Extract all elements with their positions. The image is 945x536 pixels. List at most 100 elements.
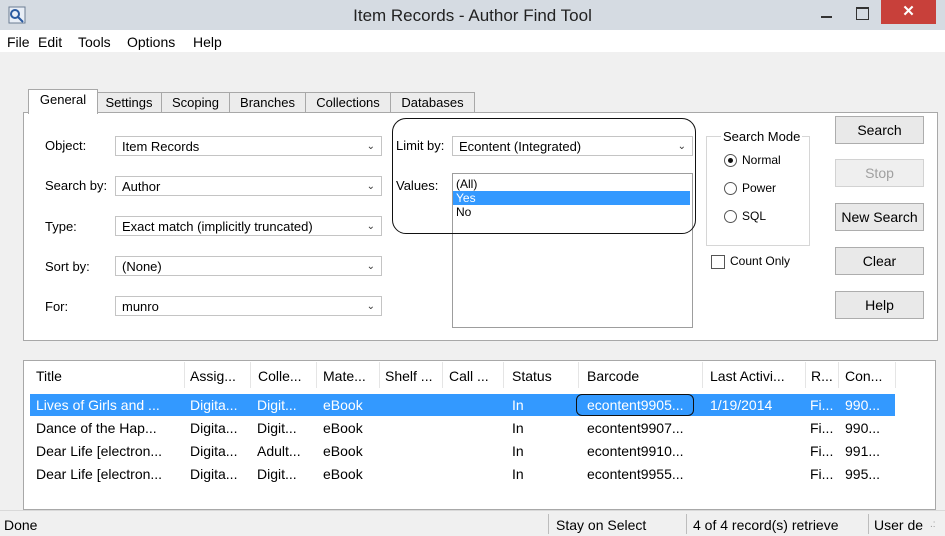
cell-con: 991... <box>845 443 881 459</box>
cell-barcode: econtent9907... <box>587 420 684 436</box>
column-header-call[interactable]: Call ... <box>449 368 489 384</box>
cell-title: Dear Life [electron... <box>36 443 163 459</box>
menu-help[interactable]: Help <box>193 34 222 50</box>
count-only-checkbox[interactable] <box>711 255 725 269</box>
object-label: Object: <box>45 138 87 153</box>
cell-r: Fi... <box>810 466 834 482</box>
window-title: Item Records - Author Find Tool <box>353 6 592 25</box>
column-divider <box>250 362 251 388</box>
status-divider <box>686 514 687 534</box>
for-input[interactable]: munro ⌄ <box>115 296 382 316</box>
cell-con: 995... <box>845 466 881 482</box>
menu-tools[interactable]: Tools <box>78 34 111 50</box>
column-header-con[interactable]: Con... <box>845 368 882 384</box>
cell-collection: Digit... <box>257 397 297 413</box>
resize-grip-icon[interactable]: .: <box>930 519 936 530</box>
column-header-collection[interactable]: Colle... <box>258 368 302 384</box>
cell-assigned: Digita... <box>190 443 238 459</box>
sort-by-label: Sort by: <box>45 259 90 274</box>
menu-bar: File Edit Tools Options Help <box>0 30 945 52</box>
column-divider <box>895 362 896 388</box>
cell-title: Dance of the Hap... <box>36 420 157 436</box>
tab-general[interactable]: General <box>28 89 98 114</box>
cell-status: In <box>512 443 524 459</box>
column-header-material[interactable]: Mate... <box>323 368 366 384</box>
status-records: 4 of 4 record(s) retrieve <box>693 517 839 533</box>
table-row[interactable]: Dear Life [electron... Digita... Adult... e… <box>30 440 895 462</box>
menu-edit[interactable]: Edit <box>38 34 62 50</box>
status-divider <box>868 514 869 534</box>
column-divider <box>838 362 839 388</box>
count-only-label: Count Only <box>730 254 791 268</box>
maximize-button[interactable] <box>846 0 878 26</box>
column-divider <box>379 362 380 388</box>
table-row[interactable]: Dear Life [electron... Digita... Digit... e… <box>30 463 895 485</box>
minimize-button[interactable] <box>812 0 842 26</box>
cell-title: Lives of Girls and ... <box>36 397 160 413</box>
search-by-value: Author <box>122 179 161 194</box>
tab-databases[interactable]: Databases <box>390 92 475 113</box>
cell-material: eBook <box>323 420 363 436</box>
cell-con: 990... <box>845 397 881 413</box>
cell-assigned: Digita... <box>190 466 238 482</box>
cell-assigned: Digita... <box>190 420 238 436</box>
search-button[interactable]: Search <box>835 116 924 144</box>
column-divider <box>805 362 806 388</box>
column-header-status[interactable]: Status <box>512 368 552 384</box>
object-value: Item Records <box>122 139 200 154</box>
cell-status: In <box>512 397 524 413</box>
chevron-down-icon: ⌄ <box>366 261 375 272</box>
clear-button[interactable]: Clear <box>835 247 924 275</box>
tab-collections[interactable]: Collections <box>305 92 391 113</box>
cell-status: In <box>512 466 524 482</box>
chevron-down-icon: ⌄ <box>366 301 375 312</box>
sort-by-select[interactable]: (None) ⌄ <box>115 256 382 276</box>
for-value: munro <box>122 299 159 314</box>
column-divider <box>702 362 703 388</box>
cell-material: eBook <box>323 443 363 459</box>
cell-material: eBook <box>323 397 363 413</box>
cell-barcode: econtent9955... <box>587 466 684 482</box>
tab-branches[interactable]: Branches <box>229 92 306 113</box>
stop-button[interactable]: Stop <box>835 159 924 187</box>
title-bar: Item Records - Author Find Tool ✕ <box>0 0 945 30</box>
cell-barcode: econtent9910... <box>587 443 684 459</box>
tab-settings[interactable]: Settings <box>96 92 162 113</box>
cell-status: In <box>512 420 524 436</box>
status-text: Done <box>4 517 38 533</box>
new-search-button[interactable]: New Search <box>835 203 924 231</box>
chevron-down-icon: ⌄ <box>366 141 375 152</box>
cell-title: Dear Life [electron... <box>36 466 163 482</box>
table-row[interactable]: Lives of Girls and ... Digita... Digit... e… <box>30 394 895 416</box>
search-by-label: Search by: <box>45 178 108 193</box>
object-select[interactable]: Item Records ⌄ <box>115 136 382 156</box>
close-button[interactable]: ✕ <box>881 0 936 24</box>
radio-power-label: Power <box>742 181 777 195</box>
column-header-r[interactable]: R... <box>811 368 833 384</box>
column-header-assigned[interactable]: Assig... <box>190 368 236 384</box>
column-divider <box>503 362 504 388</box>
menu-file[interactable]: File <box>7 34 30 50</box>
radio-power[interactable] <box>724 182 737 195</box>
chevron-down-icon: ⌄ <box>366 181 375 192</box>
tab-scoping[interactable]: Scoping <box>161 92 230 113</box>
table-row[interactable]: Dance of the Hap... Digita... Digit... eBoo… <box>30 417 895 439</box>
type-select[interactable]: Exact match (implicitly truncated) ⌄ <box>115 216 382 236</box>
status-mode: Stay on Select <box>556 517 647 533</box>
column-header-shelf[interactable]: Shelf ... <box>385 368 432 384</box>
column-divider <box>578 362 579 388</box>
column-header-title[interactable]: Title <box>36 368 62 384</box>
sort-by-value: (None) <box>122 259 162 274</box>
radio-normal-label: Normal <box>742 153 781 167</box>
menu-options[interactable]: Options <box>127 34 175 50</box>
column-header-barcode[interactable]: Barcode <box>587 368 639 384</box>
cell-con: 990... <box>845 420 881 436</box>
radio-normal[interactable] <box>724 154 737 167</box>
column-header-last-activity[interactable]: Last Activi... <box>710 368 785 384</box>
search-by-select[interactable]: Author ⌄ <box>115 176 382 196</box>
radio-sql[interactable] <box>724 210 737 223</box>
help-button[interactable]: Help <box>835 291 924 319</box>
cell-collection: Digit... <box>257 466 297 482</box>
cell-r: Fi... <box>810 443 834 459</box>
type-label: Type: <box>45 219 77 234</box>
